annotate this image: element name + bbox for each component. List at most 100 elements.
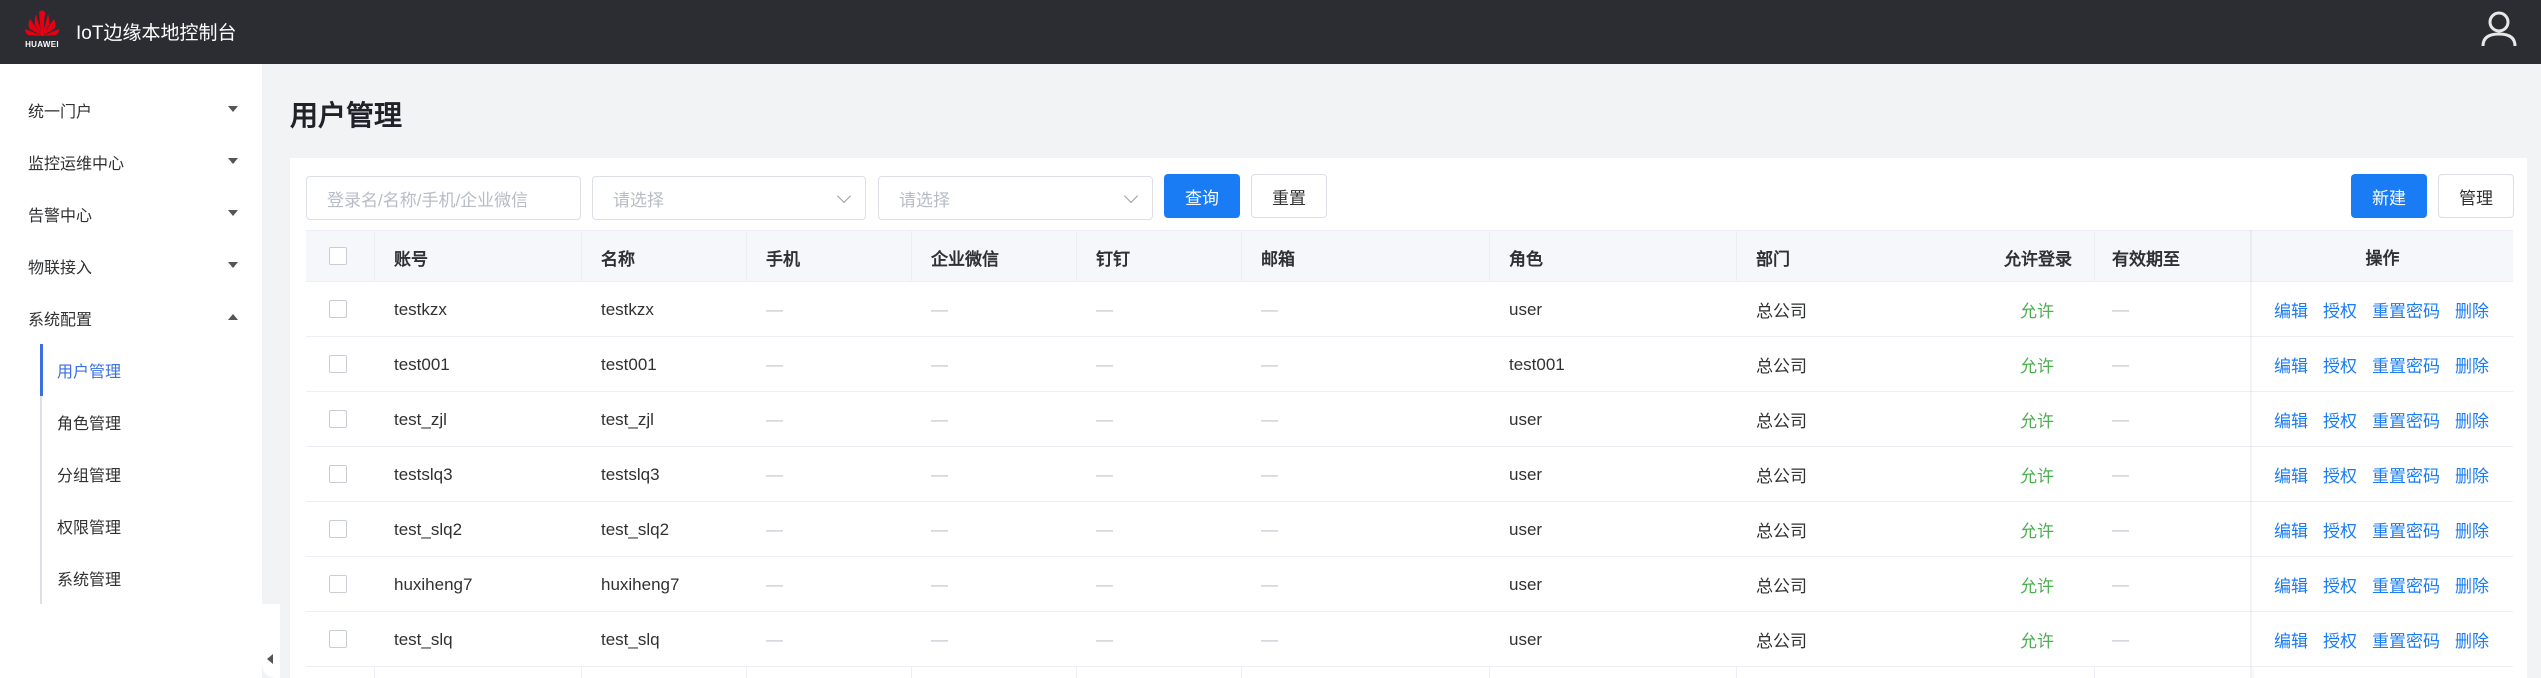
authorize-link[interactable]: 授权 (2323, 447, 2357, 502)
edit-link[interactable]: 编辑 (2274, 392, 2308, 447)
sidebar-collapse-toggle[interactable] (262, 604, 280, 678)
search-input[interactable]: 登录名/名称/手机/企业微信 (306, 176, 581, 220)
column-header-role[interactable]: 角色 (1509, 231, 1543, 283)
cell-dept: 总公司 (1756, 632, 1807, 651)
column-header-email[interactable]: 邮箱 (1261, 231, 1295, 283)
submenu-label: 角色管理 (57, 416, 122, 433)
column-header-name[interactable]: 名称 (601, 231, 635, 283)
delete-link[interactable]: 删除 (2455, 557, 2489, 612)
table-row[interactable]: huxiheng7 huxiheng7 — — — — user 总公司 允许 … (306, 557, 2513, 612)
row-checkbox[interactable] (329, 300, 347, 318)
authorize-link[interactable]: 授权 (2323, 337, 2357, 392)
collapse-left-icon (267, 654, 273, 664)
manage-button[interactable]: 管理 (2438, 174, 2514, 218)
reset-password-link[interactable]: 重置密码 (2372, 447, 2440, 502)
column-header-dept[interactable]: 部门 (1756, 231, 1790, 283)
reset-password-link[interactable]: 重置密码 (2372, 557, 2440, 612)
cell-account: test_slq2 (394, 519, 463, 539)
cell-phone: — (766, 409, 783, 429)
submenu-label: 权限管理 (57, 520, 122, 537)
row-checkbox[interactable] (329, 630, 347, 648)
reset-password-link[interactable]: 重置密码 (2372, 337, 2440, 392)
reset-password-link[interactable]: 重置密码 (2372, 502, 2440, 557)
row-checkbox[interactable] (329, 355, 347, 373)
edit-link[interactable]: 编辑 (2274, 337, 2308, 392)
cell-email: — (1261, 464, 1278, 484)
authorize-link[interactable]: 授权 (2323, 557, 2357, 612)
menu-alarm-center[interactable]: 告警中心 (0, 188, 262, 240)
cell-dingtalk: — (1096, 629, 1113, 649)
query-button[interactable]: 查询 (1164, 174, 1240, 218)
menu-iot-access[interactable]: 物联接入 (0, 240, 262, 292)
submenu-role-management[interactable]: 角色管理 (40, 396, 262, 448)
cell-name: huxiheng7 (601, 574, 680, 594)
delete-link[interactable]: 删除 (2455, 447, 2489, 502)
cell-login-status: 允许 (2020, 357, 2054, 376)
row-checkbox[interactable] (329, 465, 347, 483)
reset-password-link[interactable]: 重置密码 (2372, 392, 2440, 447)
select-all-checkbox[interactable] (329, 247, 347, 265)
table-row[interactable]: test_slq test_slq — — — — user 总公司 允许 — (306, 612, 2513, 667)
column-header-phone[interactable]: 手机 (766, 231, 800, 283)
delete-link[interactable]: 删除 (2455, 392, 2489, 447)
cell-dingtalk: — (1096, 464, 1113, 484)
edit-link[interactable]: 编辑 (2274, 447, 2308, 502)
table-row[interactable]: test001 test001 — — — — test001 总公司 允许 — (306, 337, 2513, 392)
reset-password-link[interactable]: 重置密码 (2372, 612, 2440, 667)
cell-login-status: 允许 (2020, 632, 2054, 651)
filter-select-1[interactable]: 请选择 (592, 176, 866, 220)
authorize-link[interactable]: 授权 (2323, 502, 2357, 557)
cell-dingtalk: — (1096, 354, 1113, 374)
edit-link[interactable]: 编辑 (2274, 612, 2308, 667)
cell-role: user (1509, 519, 1543, 539)
edit-link[interactable]: 编辑 (2274, 557, 2308, 612)
cell-name: testslq3 (601, 464, 660, 484)
submenu-group-management[interactable]: 分组管理 (40, 448, 262, 500)
cell-wecom: — (931, 409, 948, 429)
reset-password-link[interactable]: 重置密码 (2372, 282, 2440, 337)
authorize-link[interactable]: 授权 (2323, 282, 2357, 337)
caret-down-icon (228, 106, 238, 112)
column-header-ops: 操作 (2252, 230, 2513, 282)
submenu-permission-management[interactable]: 权限管理 (40, 500, 262, 552)
column-header-login[interactable]: 允许登录 (2004, 231, 2072, 283)
edit-link[interactable]: 编辑 (2274, 502, 2308, 557)
cell-expire: — (2112, 629, 2129, 649)
cell-dingtalk: — (1096, 574, 1113, 594)
column-header-dingtalk[interactable]: 钉钉 (1096, 231, 1130, 283)
filter-select-2[interactable]: 请选择 (878, 176, 1153, 220)
menu-label: 系统配置 (28, 312, 93, 329)
delete-link[interactable]: 删除 (2455, 337, 2489, 392)
delete-link[interactable]: 删除 (2455, 612, 2489, 667)
column-header-account[interactable]: 账号 (394, 231, 428, 283)
user-avatar-icon[interactable] (2477, 8, 2521, 52)
menu-unified-portal[interactable]: 统一门户 (0, 84, 262, 136)
new-button[interactable]: 新建 (2351, 174, 2427, 218)
row-checkbox[interactable] (329, 410, 347, 428)
select-placeholder: 请选择 (613, 190, 664, 210)
column-header-expire[interactable]: 有效期至 (2112, 231, 2180, 283)
delete-link[interactable]: 删除 (2455, 502, 2489, 557)
submenu-system-management[interactable]: 系统管理 (40, 552, 262, 604)
edit-link[interactable]: 编辑 (2274, 282, 2308, 337)
menu-monitoring-center[interactable]: 监控运维中心 (0, 136, 262, 188)
cell-role: test001 (1509, 354, 1565, 374)
authorize-link[interactable]: 授权 (2323, 612, 2357, 667)
reset-button[interactable]: 重置 (1251, 174, 1327, 218)
table-row[interactable]: testslq3 testslq3 — — — — user 总公司 允许 — (306, 447, 2513, 502)
submenu-user-management[interactable]: 用户管理 (40, 344, 262, 396)
column-header-wecom[interactable]: 企业微信 (931, 231, 999, 283)
row-checkbox[interactable] (329, 520, 347, 538)
row-checkbox[interactable] (329, 575, 347, 593)
cell-expire: — (2112, 409, 2129, 429)
authorize-link[interactable]: 授权 (2323, 392, 2357, 447)
logo-text: HUAWEI (25, 40, 59, 49)
delete-link[interactable]: 删除 (2455, 282, 2489, 337)
cell-role: user (1509, 574, 1543, 594)
caret-down-icon (228, 158, 238, 164)
table-row[interactable]: testkzx testkzx — — — — user 总公司 允许 — (306, 282, 2513, 337)
table-row[interactable]: test_slq2 test_slq2 — — — — user 总公司 允许 … (306, 502, 2513, 557)
menu-system-config[interactable]: 系统配置 (0, 292, 262, 344)
cell-expire: — (2112, 299, 2129, 319)
table-row[interactable]: test_zjl test_zjl — — — — user 总公司 允许 — (306, 392, 2513, 447)
